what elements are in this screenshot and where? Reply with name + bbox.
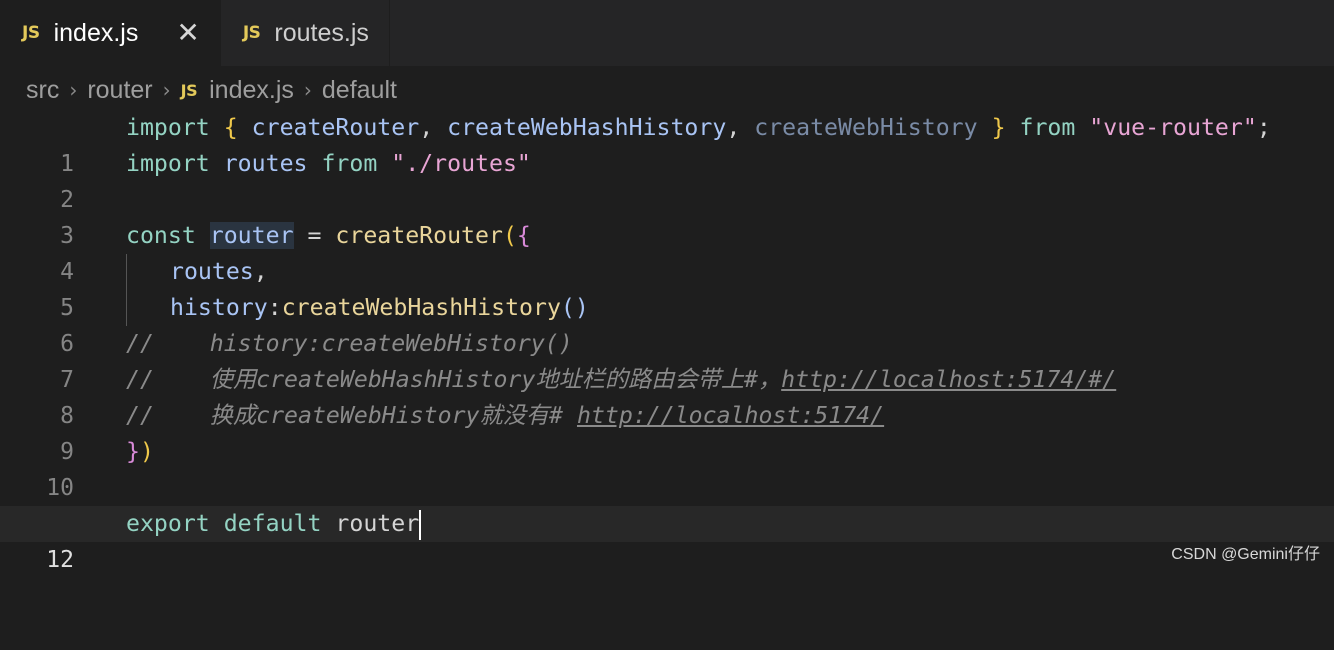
line-number: 12 xyxy=(46,547,74,573)
line-content: import routes from "./routes" xyxy=(126,150,531,177)
code-line[interactable]: 8 // 使用createWebHashHistory地址栏的路由会带上#，ht… xyxy=(0,362,1334,429)
line-content: const router = createRouter({ xyxy=(126,222,531,249)
close-icon[interactable]: ✕ xyxy=(176,19,199,47)
line-content: import { createRouter, createWebHashHist… xyxy=(126,114,1271,141)
code-line[interactable]: 10 }) xyxy=(0,434,1334,501)
tab-index-js[interactable]: JS index.js ✕ xyxy=(0,0,221,66)
code-line[interactable]: 7 // history:createWebHistory() xyxy=(0,326,1334,393)
watermark: CSDN @Gemini仔仔 xyxy=(1171,546,1320,563)
comment-link[interactable]: http://localhost:5174/#/ xyxy=(781,366,1116,393)
breadcrumb-item-src[interactable]: src xyxy=(26,76,59,105)
code-line[interactable]: 9 // 换成createWebHistory就没有# http://local… xyxy=(0,398,1334,465)
line-content: // history:createWebHistory() xyxy=(126,330,573,357)
code-line[interactable]: 6 history:createWebHashHistory() xyxy=(0,290,1334,357)
breadcrumb-item-symbol[interactable]: default xyxy=(322,76,397,105)
chevron-right-icon: › xyxy=(69,78,78,102)
text-cursor xyxy=(419,509,422,540)
breadcrumb-item-file[interactable]: index.js xyxy=(209,76,294,105)
code-line-current[interactable]: 12 export default router xyxy=(0,506,1334,573)
js-file-icon: JS xyxy=(242,23,261,43)
code-line[interactable]: 4 const router = createRouter({ xyxy=(0,218,1334,285)
line-content: }) xyxy=(126,438,154,465)
tab-bar: JS index.js ✕ JS routes.js xyxy=(0,0,1334,66)
line-content: // 换成createWebHistory就没有# http://localho… xyxy=(126,402,885,429)
line-content: history:createWebHashHistory() xyxy=(170,294,589,321)
line-content: routes, xyxy=(170,258,268,285)
tab-routes-js[interactable]: JS routes.js xyxy=(221,0,390,66)
chevron-right-icon: › xyxy=(162,78,171,102)
tab-label: routes.js xyxy=(274,18,369,47)
tab-label: index.js xyxy=(53,18,139,47)
code-line[interactable]: 1 import { createRouter, createWebHashHi… xyxy=(0,110,1334,177)
code-editor[interactable]: 1 import { createRouter, createWebHashHi… xyxy=(0,110,1334,573)
chevron-right-icon: › xyxy=(303,78,312,102)
code-line[interactable]: 11 xyxy=(0,470,1334,537)
js-file-icon: JS xyxy=(22,23,40,43)
comment-link[interactable]: http://localhost:5174/ xyxy=(577,402,884,429)
breadcrumb: src › router › JS index.js › default xyxy=(26,72,397,108)
line-content: export default router xyxy=(126,506,422,542)
code-line[interactable]: 2 import routes from "./routes" xyxy=(0,146,1334,213)
code-line[interactable]: 3 xyxy=(0,182,1334,249)
js-file-icon: JS xyxy=(180,80,198,100)
code-line[interactable]: 5 routes, xyxy=(0,254,1334,321)
line-content: // 使用createWebHashHistory地址栏的路由会带上#，http… xyxy=(126,366,1117,393)
breadcrumb-item-router[interactable]: router xyxy=(87,76,152,105)
